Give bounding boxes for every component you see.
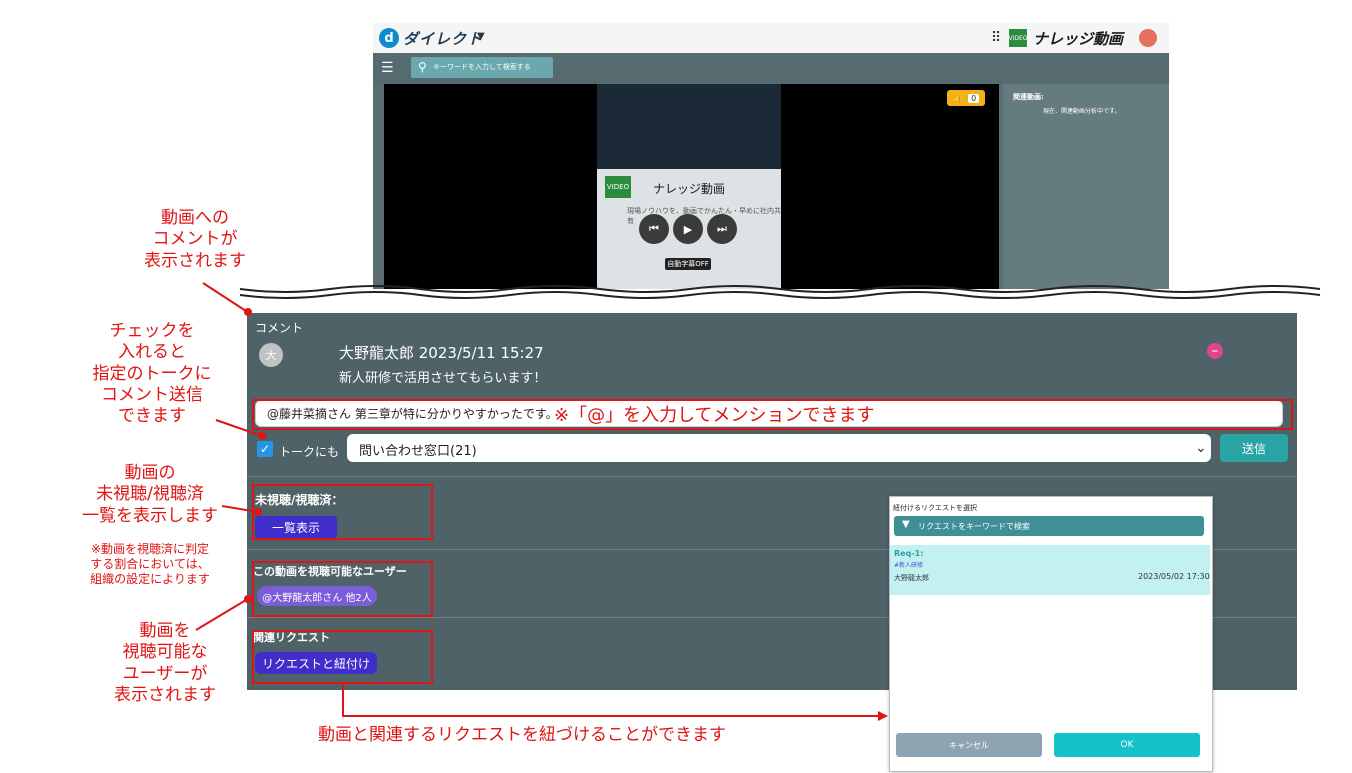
annotation-connectors — [195, 282, 888, 721]
